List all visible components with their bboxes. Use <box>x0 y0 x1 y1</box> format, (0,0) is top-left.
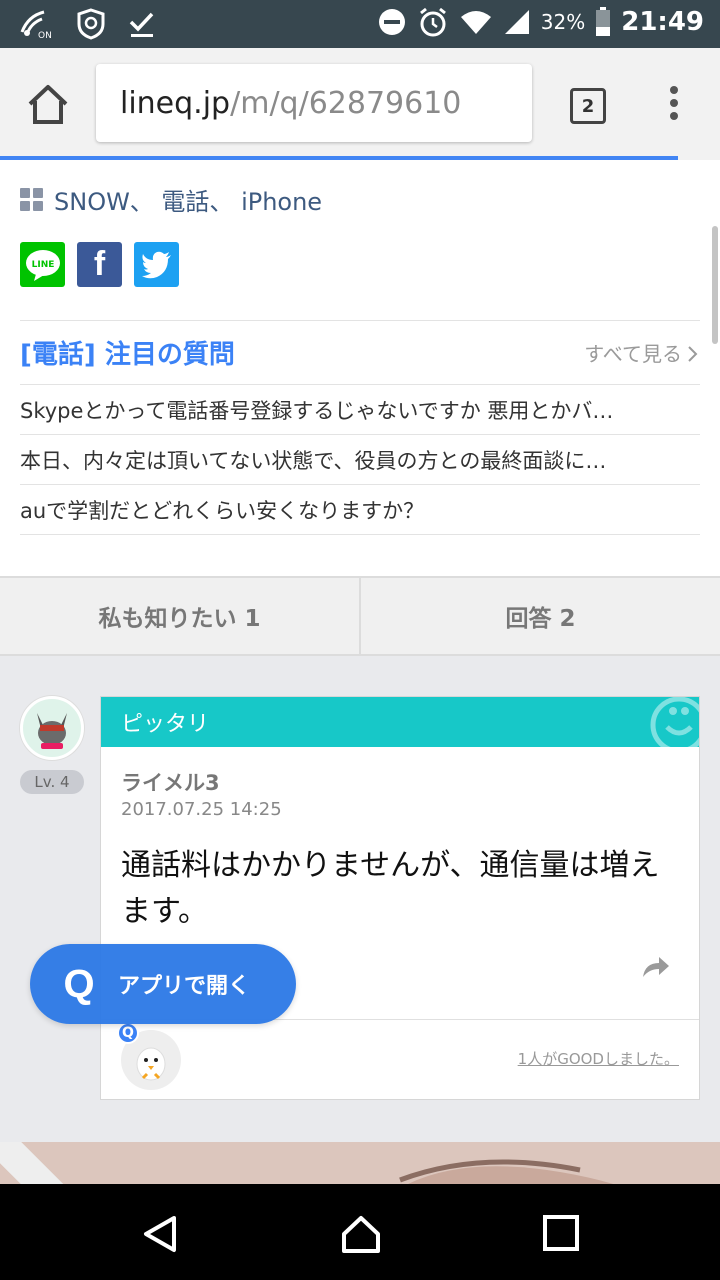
nfc-icon: ON <box>20 10 52 40</box>
question-item[interactable]: Skypeとかって電話番号登録するじゃないですか 悪用とかバ… <box>20 385 700 435</box>
answer-text: 通話料はかかりませんが、通信量は増えます。 <box>121 848 660 929</box>
tab-answers[interactable]: 回答 2 <box>361 578 720 654</box>
tag-list: SNOW、 電話、 iPhone <box>20 182 322 217</box>
question-item[interactable]: auで学割だとどれくらい安くなりますか？ <box>20 485 700 535</box>
facebook-icon: f <box>93 245 106 283</box>
level-badge: Lv. 4 <box>20 770 84 794</box>
browser-toolbar: lineq.jp/m/q/62879610 2 <box>0 48 720 160</box>
line-label: LINE <box>31 260 54 270</box>
best-answer-header: ピッタリ <box>101 697 699 747</box>
check-icon <box>129 12 154 37</box>
popular-questions-section: [電話] 注目の質問 すべて見る Skypeとかって電話番号登録するじゃないです… <box>20 320 700 535</box>
status-bar: ON 32% 21:49 <box>0 0 720 48</box>
section-title[interactable]: [電話] 注目の質問 <box>20 334 235 371</box>
url-bar[interactable]: lineq.jp/m/q/62879610 <box>96 64 532 142</box>
question-item[interactable]: 本日、内々定は頂いてない状態で、役員の方との最終面談に… <box>20 435 700 485</box>
answer-username[interactable]: ライメル3 <box>121 767 220 797</box>
line-icon: LINE <box>25 249 60 281</box>
good-count-link[interactable]: 1人がGOODしました。 <box>518 1048 679 1069</box>
answer-card: ピッタリ ライメル3 2017.07.25 14:25 通話料はかかりませんが、… <box>100 696 700 1100</box>
open-in-app-button[interactable]: Q アプリで開く <box>30 944 296 1024</box>
dnd-icon <box>378 9 405 35</box>
twitter-icon <box>141 251 171 278</box>
q-app-icon: Q <box>63 961 95 1006</box>
face-photo-image <box>0 1142 720 1184</box>
battery-percent: 32% <box>540 10 586 34</box>
system-nav-bar <box>0 1184 720 1280</box>
answer-date: 2017.07.25 14:25 <box>121 799 282 820</box>
question-tabs: 私も知りたい 1 回答 2 <box>0 576 720 656</box>
alarm-icon <box>419 7 446 37</box>
q-badge-icon: Q <box>117 1022 139 1044</box>
scrollbar[interactable] <box>712 226 718 344</box>
see-all-label: すべて見る <box>584 342 682 366</box>
cat-avatar-image <box>37 713 67 749</box>
url-host: lineq.jp <box>120 85 231 121</box>
section-header: [電話] 注目の質問 すべて見る <box>20 321 700 385</box>
share-arrow-icon[interactable] <box>641 955 671 979</box>
web-page: SNOW、 電話、 iPhone LINE f [電話] 注目の質問 すべて見る… <box>0 160 720 1184</box>
svg-text:ON: ON <box>38 31 52 40</box>
tag-text[interactable]: SNOW、 電話、 iPhone <box>54 182 322 217</box>
see-all-link[interactable]: すべて見る <box>584 338 700 367</box>
line-share-button[interactable]: LINE <box>20 242 65 287</box>
wifi-icon <box>460 11 491 34</box>
tab-switcher-button[interactable]: 2 <box>570 88 606 124</box>
home-icon[interactable] <box>24 82 72 126</box>
url-path: /m/q/62879610 <box>230 85 462 121</box>
screen: ON 32% 21:49 lineq.jp/m/q/62879610 2 SNO… <box>0 0 720 1280</box>
battery-icon <box>596 7 611 36</box>
tab-want-to-know[interactable]: 私も知りたい 1 <box>0 578 361 654</box>
ad-photo[interactable] <box>0 1142 720 1184</box>
best-answer-label: ピッタリ <box>121 712 210 737</box>
more-vert-icon[interactable] <box>664 86 684 126</box>
category-grid-icon <box>20 187 44 212</box>
twitter-share-button[interactable] <box>134 242 179 287</box>
user-avatar[interactable] <box>20 696 84 760</box>
clock: 21:49 <box>621 7 704 37</box>
share-buttons: LINE f <box>20 242 179 287</box>
chevron-right-icon <box>688 346 698 362</box>
smile-badge-icon <box>650 697 699 747</box>
good-footer: Q 1人がGOODしました。 <box>101 1019 699 1099</box>
answers-area: Lv. 4 ピッタリ ライメル3 2017.07.25 14:25 通話料はかか… <box>0 656 720 1142</box>
back-icon[interactable] <box>140 1214 180 1254</box>
open-in-app-label: アプリで開く <box>118 974 251 999</box>
facebook-share-button[interactable]: f <box>77 242 122 287</box>
recents-icon[interactable] <box>542 1214 580 1252</box>
signal-icon <box>504 10 529 34</box>
shield-icon <box>77 8 105 40</box>
nav-home-icon[interactable] <box>340 1214 382 1254</box>
